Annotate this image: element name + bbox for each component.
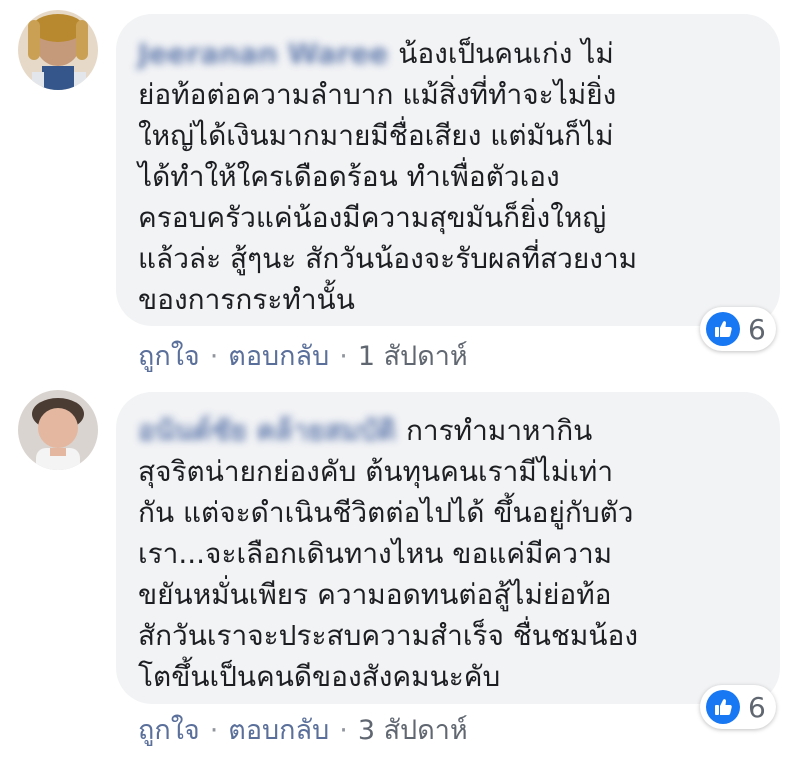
avatar[interactable] xyxy=(18,390,98,470)
reaction-count: 6 xyxy=(748,690,766,724)
comment-text-line: แล้วล่ะ สู้ๆนะ สักวันน้องจะรับผลที่สวยงา… xyxy=(138,242,638,275)
comment-text-line: โตขึ้นเป็นคนดีของสังคมนะคับ xyxy=(138,660,501,693)
reply-link[interactable]: ตอบกลับ xyxy=(228,341,329,372)
action-separator: · xyxy=(339,341,348,372)
comment-text-line: ใหญ่ได้เงินมากมายมีชื่อเสียง แต่มันก็ไม่ xyxy=(138,119,614,152)
comment-text-line: สุจริตน่ายกย่องคับ ต้นทุนคนเรามีไม่เท่า xyxy=(138,455,614,488)
reaction-count-badge[interactable]: 6 xyxy=(700,307,776,351)
reaction-count: 6 xyxy=(748,312,766,346)
comment-text-line: ขยันหมั่นเพียร ความอดทนต่อสู้ไม่ย่อท้อ xyxy=(138,578,612,611)
user-avatar-image xyxy=(18,10,98,90)
action-separator: · xyxy=(339,715,348,746)
comment-text-line: กัน แต่จะดำเนินชีวิตต่อไปได้ ขึ้นอยู่กับ… xyxy=(138,496,634,529)
comment-bubble: อนันต์ชัย คล้ายสมบัติ การทำมาหากิน สุจริต… xyxy=(116,392,780,704)
comment-bubble: Jeeranan Waree น้องเป็นคนเก่ง ไม่ ย่อท้อต… xyxy=(116,14,780,326)
like-link[interactable]: ถูกใจ xyxy=(138,715,200,746)
comment-author[interactable]: อนันต์ชัย คล้ายสมบัติ xyxy=(138,410,396,451)
comment: Jeeranan Waree น้องเป็นคนเก่ง ไม่ ย่อท้อต… xyxy=(0,0,800,380)
thumbs-up-icon xyxy=(706,312,740,346)
action-separator: · xyxy=(209,341,219,372)
comment-text-line: ของการกระทำนั้น xyxy=(138,283,355,316)
comment-timestamp[interactable]: 3 สัปดาห์ xyxy=(358,715,468,746)
avatar[interactable] xyxy=(18,10,98,90)
comment-text-line: เรา...จะเลือกเดินทางไหน ขอแค่มีความ xyxy=(138,537,613,570)
comment-text-line: ครอบครัวแค่น้องมีความสุขมันก็ยิ่งใหญ่ xyxy=(138,201,607,234)
comment-timestamp[interactable]: 1 สัปดาห์ xyxy=(358,341,468,372)
comment-actions: ถูกใจ · ตอบกลับ · 3 สัปดาห์ xyxy=(138,708,468,751)
action-separator: · xyxy=(209,715,219,746)
comment-author[interactable]: Jeeranan Waree xyxy=(138,33,388,74)
reaction-count-badge[interactable]: 6 xyxy=(700,685,776,729)
comment: อนันต์ชัย คล้ายสมบัติ การทำมาหากิน สุจริต… xyxy=(0,380,800,768)
thumbs-up-icon xyxy=(706,690,740,724)
comment-text-line: น้องเป็นคนเก่ง ไม่ xyxy=(398,37,614,70)
comment-text-line: สักวันเราจะประสบความสำเร็จ ชื่นชมน้อง xyxy=(138,619,638,652)
like-link[interactable]: ถูกใจ xyxy=(138,341,200,372)
comment-thread: Jeeranan Waree น้องเป็นคนเก่ง ไม่ ย่อท้อต… xyxy=(0,0,800,768)
comment-text-line: ย่อท้อต่อความลำบาก แม้สิ่งที่ทำจะไม่ยิ่ง xyxy=(138,78,617,111)
user-avatar-image xyxy=(18,390,98,470)
comment-text-line: การทำมาหากิน xyxy=(405,414,593,447)
reply-link[interactable]: ตอบกลับ xyxy=(228,715,329,746)
comment-text-line: ได้ทำให้ใครเดือดร้อน ทำเพื่อตัวเอง xyxy=(138,160,560,193)
comment-actions: ถูกใจ · ตอบกลับ · 1 สัปดาห์ xyxy=(138,334,468,377)
